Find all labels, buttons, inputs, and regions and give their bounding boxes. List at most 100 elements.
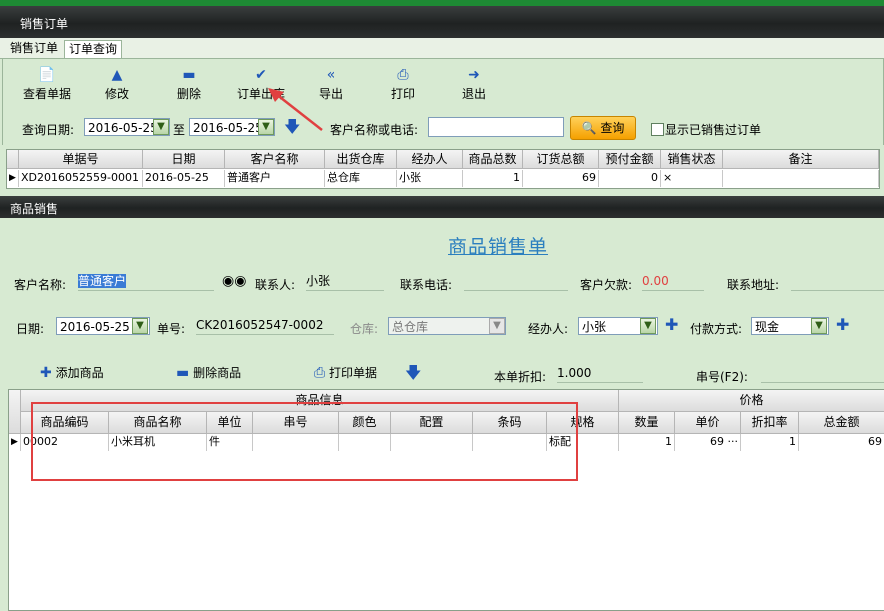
doc-number-field: CK2016052547-0002 [196,316,334,335]
cell[interactable]: × [661,170,723,187]
cell[interactable]: 1 [741,434,799,451]
customer-search-input[interactable] [428,117,564,137]
cell[interactable]: 1 [619,434,675,451]
query-date-label: 查询日期: [22,123,75,137]
address-field[interactable] [791,272,884,291]
cell[interactable]: 0 [599,170,661,187]
to-label: 至 [173,123,186,137]
column-header[interactable]: 预付金额 [599,150,661,169]
contact-field[interactable]: 小张 [306,272,384,291]
chevron-down-icon[interactable]: ▼ [132,318,148,334]
discount-label: 本单折扣: [494,370,547,384]
cell[interactable]: 总仓库 [325,170,397,187]
minus-icon: ▬ [182,67,196,83]
cell[interactable] [723,170,879,187]
binoculars-icon[interactable]: ◉◉ [222,273,246,289]
tab-sales-order[interactable]: 销售订单 [6,40,62,57]
tab-order-query[interactable]: 订单查询 [64,40,123,58]
column-header[interactable]: 数量 [619,412,675,434]
exit-button[interactable]: ➜ 退出 [458,67,490,102]
phone-label: 联系电话: [400,278,453,292]
cell[interactable]: 2016-05-25 [143,170,225,187]
double-chevron-left-icon: « [326,67,336,83]
column-header[interactable]: 日期 [143,150,225,169]
debt-value: 0.00 [642,272,704,291]
chevron-down-icon[interactable]: ▼ [489,318,505,334]
column-header[interactable]: 折扣率 [741,412,799,434]
row-selector-header [7,150,19,169]
tab-strip: 销售订单 订单查询 [0,38,884,59]
highlight-box [31,402,578,481]
warehouse-label: 仓库: [350,322,379,336]
serial-field[interactable] [761,364,884,383]
group-header-price: 价格 [619,390,884,412]
row-selector-header [9,390,21,434]
date-label: 日期: [16,322,45,336]
phone-field[interactable] [464,272,568,291]
contact-label: 联系人: [255,278,296,292]
debt-label: 客户欠款: [580,278,633,292]
row-pointer-icon: ▶ [9,434,21,451]
chevron-down-icon[interactable]: ▼ [258,119,274,135]
view-document-icon: 📄 [38,67,56,83]
arrow-down-icon[interactable]: 🡇 [284,116,300,143]
column-header[interactable]: 销售状态 [661,150,723,169]
panel-title: 商品销售 [10,202,59,216]
customer-search-label: 客户名称或电话: [330,123,419,137]
print-document-button[interactable]: ⎙ 打印单据 [314,364,377,381]
address-label: 联系地址: [727,278,780,292]
sales-order-panel-header: 销售订单 [0,6,884,38]
cell[interactable]: 69 [523,170,599,187]
cell[interactable]: 69 [799,434,884,451]
triangle-up-icon: ▲ [111,67,123,83]
column-header[interactable]: 经办人 [397,150,463,169]
discount-field[interactable]: 1.000 [557,364,643,383]
panel-title: 销售订单 [20,17,69,31]
column-header[interactable]: 出货仓库 [325,150,397,169]
printer-icon: ⎙ [397,67,409,83]
printer-icon: ⎙ [314,365,326,381]
payment-label: 付款方式: [690,322,743,336]
view-document-button[interactable]: 📄 查看单据 [21,67,73,102]
serial-label: 串号(F2): [696,370,748,384]
chevron-down-icon[interactable]: ▼ [153,119,169,135]
delete-button[interactable]: ▬ 删除 [173,67,205,102]
chevron-down-icon[interactable]: ▼ [640,318,656,334]
cell[interactable]: 普通客户 [225,170,325,187]
delete-item-button[interactable]: ▬ 删除商品 [176,364,241,381]
cell[interactable]: 69 ··· [675,434,741,451]
show-sold-checkbox[interactable] [651,123,664,136]
orders-grid: 单据号 日期 客户名称 出货仓库 经办人 商品总数 订货总额 预付金额 销售状态… [6,149,880,189]
product-sale-panel-header: 商品销售 [0,196,884,218]
customer-name-label: 客户名称: [14,278,67,292]
exit-door-icon: ➜ [468,67,480,83]
column-header[interactable]: 订货总额 [523,150,599,169]
search-icon: 🔍 [581,121,597,135]
plus-icon: ✚ [40,365,52,381]
column-header[interactable]: 单价 [675,412,741,434]
column-header[interactable]: 商品总数 [463,150,523,169]
add-payment-icon[interactable]: ✚ [836,315,849,334]
add-handler-icon[interactable]: ✚ [665,315,678,334]
print-button[interactable]: ⎙ 打印 [387,67,419,102]
column-header[interactable]: 备注 [723,150,879,169]
row-pointer-icon: ▶ [7,170,19,187]
arrow-down-icon[interactable]: 🡇 [405,362,421,389]
column-header[interactable]: 总金额 [799,412,884,434]
handler-label: 经办人: [528,322,569,336]
doc-number-label: 单号: [157,322,186,336]
search-button[interactable]: 🔍 查询 [570,116,636,140]
minus-icon: ▬ [176,365,190,381]
cell[interactable]: 小张 [397,170,463,187]
show-sold-label: 显示已销售过订单 [665,123,762,137]
column-header[interactable]: 单据号 [19,150,143,169]
customer-name-field[interactable]: 普通客户 [78,272,214,291]
chevron-down-icon[interactable]: ▼ [811,318,827,334]
column-header[interactable]: 客户名称 [225,150,325,169]
cell[interactable]: 1 [463,170,523,187]
add-item-button[interactable]: ✚ 添加商品 [40,364,104,381]
cell[interactable]: XD2016052559-0001 [19,170,143,187]
edit-button[interactable]: ▲ 修改 [101,67,133,102]
form-title: 商品销售单 [448,236,549,258]
checkmark-icon: ✔ [255,67,267,83]
